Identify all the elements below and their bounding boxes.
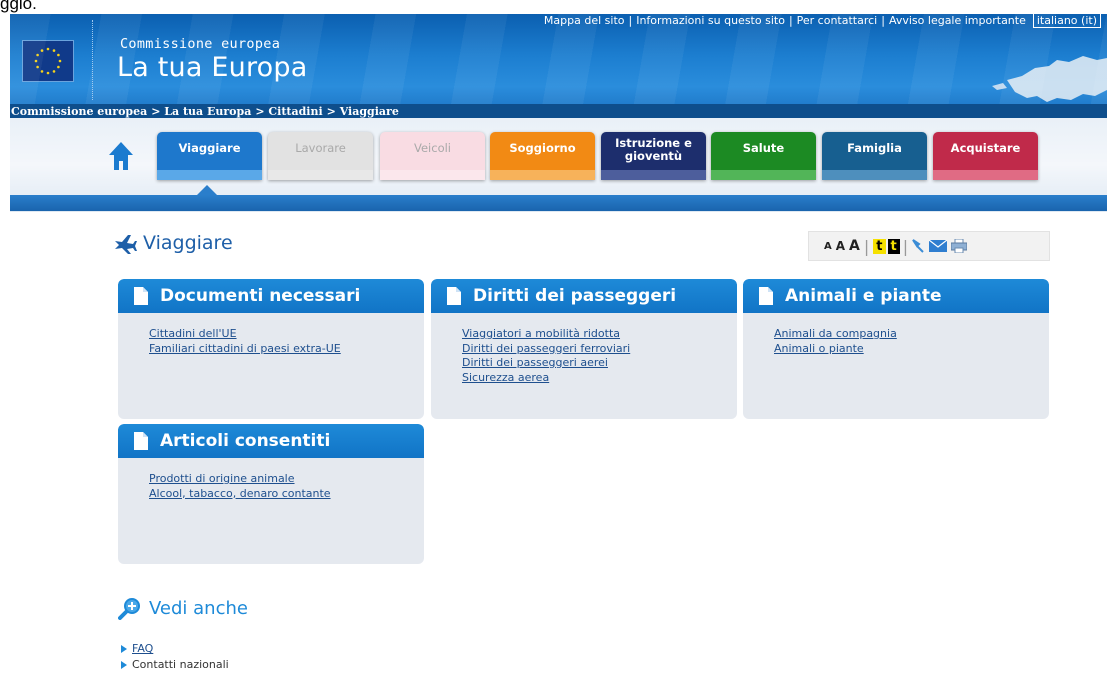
tab-salute[interactable]: Salute xyxy=(711,132,816,180)
tab-stripe xyxy=(822,170,927,180)
contrast-high-button[interactable]: t xyxy=(887,238,900,254)
card-link[interactable]: Sicurezza aerea xyxy=(462,371,737,386)
breadcrumb-item[interactable]: > Cittadini xyxy=(255,105,322,118)
see-also-title: Vedi anche xyxy=(149,597,248,619)
tab-stripe xyxy=(380,170,485,180)
card-link[interactable]: Cittadini dell'UE xyxy=(149,327,424,342)
tab-label: Soggiorno xyxy=(509,141,576,155)
see-also-list: FAQ Contatti nazionali xyxy=(121,641,229,673)
document-icon xyxy=(759,287,773,305)
top-link-about[interactable]: Informazioni su questo sito xyxy=(632,14,789,27)
tab-label: Viaggiare xyxy=(178,141,241,155)
tab-soggiorno[interactable]: Soggiorno xyxy=(490,132,595,180)
tab-acquistare[interactable]: Acquistare xyxy=(933,132,1038,180)
see-also-heading: Vedi anche xyxy=(118,596,248,620)
print-icon[interactable] xyxy=(951,239,968,253)
card-title: Documenti necessari xyxy=(160,286,361,306)
document-icon xyxy=(134,287,148,305)
site-org: Commissione europea xyxy=(120,36,281,52)
top-link-sitemap[interactable]: Mappa del sito xyxy=(540,14,629,27)
page-title-text: Viaggiare xyxy=(143,232,233,254)
top-links: Mappa del sito | Informazioni su questo s… xyxy=(540,14,1101,28)
accessibility-toolbar: A A A | t t | xyxy=(808,231,1050,261)
breadcrumb-item[interactable]: Commissione europea xyxy=(11,105,147,118)
tab-label: Acquistare xyxy=(950,141,1021,155)
site-header: Commissione europea La tua Europa Mappa … xyxy=(10,14,1107,118)
card-documenti: Documenti necessari Cittadini dell'UE Fa… xyxy=(118,279,424,419)
tab-bar-bottom xyxy=(10,195,1107,211)
tab-label: Lavorare xyxy=(295,141,346,155)
card-link[interactable]: Alcool, tabacco, denaro contante xyxy=(149,487,424,502)
document-icon xyxy=(447,287,461,305)
tab-stripe xyxy=(601,170,706,180)
breadcrumb-item: > Viaggiare xyxy=(326,104,399,118)
eu-flag-logo xyxy=(22,40,74,82)
magnifier-plus-icon xyxy=(118,598,140,620)
top-link-contact[interactable]: Per contattarci xyxy=(793,14,882,27)
list-item: Contatti nazionali xyxy=(121,657,229,673)
active-tab-indicator xyxy=(197,185,217,195)
page-title: Viaggiare xyxy=(113,232,233,254)
tab-label: Veicoli xyxy=(414,141,451,155)
bullet-arrow-icon xyxy=(121,645,127,653)
card-animali: Animali e piante Animali da compagnia An… xyxy=(743,279,1049,419)
site-name: La tua Europa xyxy=(117,52,308,83)
card-articoli: Articoli consentiti Prodotti di origine … xyxy=(118,424,424,564)
tab-istruzione[interactable]: Istruzione e gioventù xyxy=(601,132,706,180)
tab-stripe xyxy=(268,170,373,180)
tab-stripe xyxy=(490,170,595,180)
card-link[interactable]: Familiari cittadini di paesi extra-UE xyxy=(149,342,424,357)
tab-stripe xyxy=(157,170,262,180)
card-title: Articoli consentiti xyxy=(160,431,331,451)
bullet-arrow-icon xyxy=(121,661,127,669)
card-link[interactable]: Animali o piante xyxy=(774,342,1049,357)
font-medium-button[interactable]: A xyxy=(836,239,845,253)
card-link[interactable]: Viaggiatori a mobilità ridotta xyxy=(462,327,737,342)
card-link[interactable]: Diritti dei passeggeri aerei xyxy=(462,356,737,371)
tab-label: Istruzione e gioventù xyxy=(615,136,692,163)
email-icon[interactable] xyxy=(929,240,948,252)
document-icon xyxy=(134,432,148,450)
airplane-icon xyxy=(115,235,137,254)
clipped-text: ggio. xyxy=(0,0,37,13)
tab-label: Salute xyxy=(742,141,785,155)
breadcrumb-item[interactable]: > La tua Europa xyxy=(151,105,251,118)
contrast-normal-button[interactable]: t xyxy=(873,238,886,254)
card-title: Diritti dei passeggeri xyxy=(473,286,677,306)
header-divider xyxy=(92,20,94,100)
home-icon[interactable] xyxy=(107,140,135,172)
tab-stripe xyxy=(933,170,1038,180)
national-contacts-link[interactable]: Contatti nazionali xyxy=(132,657,229,673)
tab-famiglia[interactable]: Famiglia xyxy=(822,132,927,180)
tab-lavorare[interactable]: Lavorare xyxy=(268,132,373,180)
breadcrumb: Commissione europea > La tua Europa > Ci… xyxy=(10,104,1107,118)
language-select[interactable]: italiano (it) xyxy=(1032,14,1101,28)
list-item: FAQ xyxy=(121,641,229,657)
europe-map-decoration xyxy=(992,56,1107,102)
faq-link[interactable]: FAQ xyxy=(132,641,153,657)
tab-veicoli[interactable]: Veicoli xyxy=(380,132,485,180)
card-link[interactable]: Prodotti di origine animale xyxy=(149,472,424,487)
font-small-button[interactable]: A xyxy=(824,241,832,252)
tab-viaggiare[interactable]: Viaggiare xyxy=(157,132,262,180)
font-large-button[interactable]: A xyxy=(849,238,860,254)
pin-icon[interactable] xyxy=(911,238,925,254)
tab-stripe xyxy=(711,170,816,180)
card-diritti: Diritti dei passeggeri Viaggiatori a mob… xyxy=(431,279,737,419)
card-link[interactable]: Diritti dei passeggeri ferroviari xyxy=(462,342,737,357)
card-title: Animali e piante xyxy=(785,286,942,306)
tab-label: Famiglia xyxy=(847,141,902,155)
card-link[interactable]: Animali da compagnia xyxy=(774,327,1049,342)
top-link-legal[interactable]: Avviso legale importante xyxy=(885,14,1030,27)
